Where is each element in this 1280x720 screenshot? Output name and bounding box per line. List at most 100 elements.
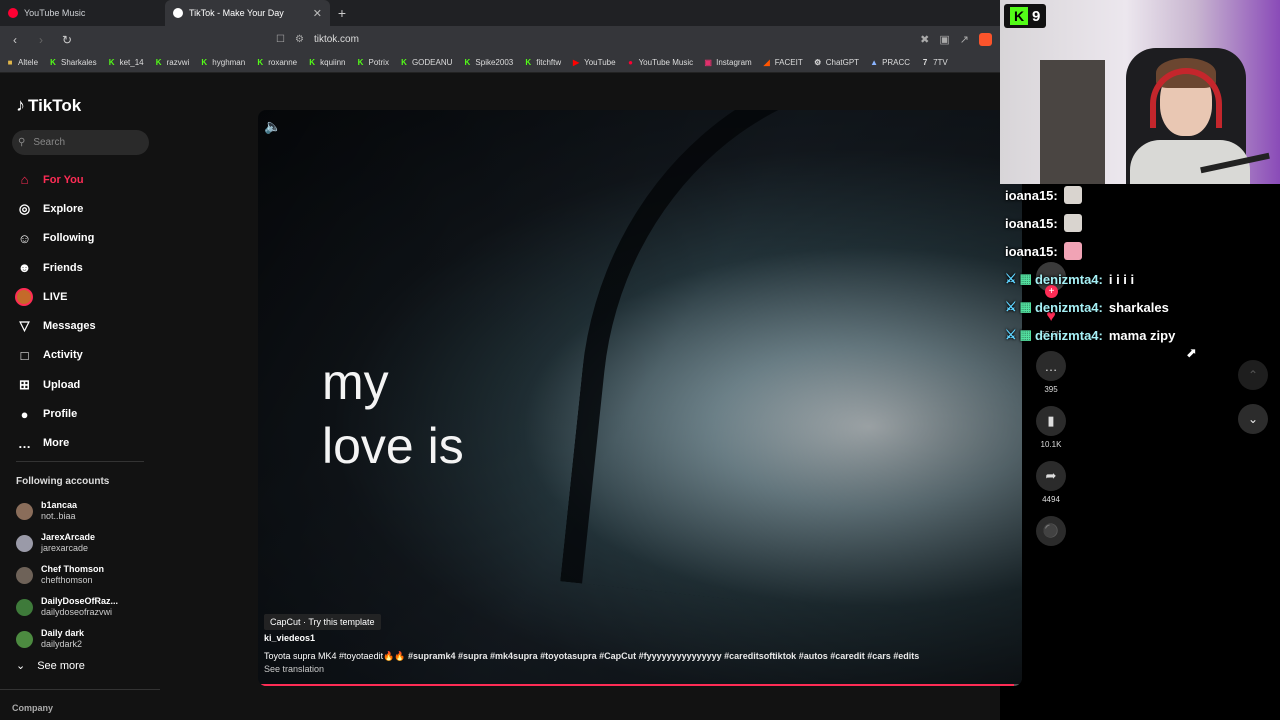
site-info-icon[interactable]: ⚙	[295, 34, 304, 45]
following-account[interactable]: JarexArcade jarexarcade	[16, 527, 156, 559]
kick-icon: K	[108, 57, 115, 67]
nav-item-label: LIVE	[43, 290, 68, 303]
see-more-button[interactable]: ⌄ See more	[16, 659, 85, 673]
kick-icon: K	[155, 57, 162, 67]
sound-disc-icon[interactable]: ⚫	[1036, 516, 1066, 546]
nav-item-label: Explore	[43, 202, 84, 215]
new-tab-button[interactable]: +	[330, 0, 354, 26]
address-bar: ‹ › ↻ ☐ ⚙ tiktok.com ✖ ▣ ↗	[0, 26, 1000, 53]
bookmarks-bar: ■ Altele K Sharkales Kket_14 Krazvwi Khyghman K…	[0, 53, 1000, 73]
brave-shield-icon[interactable]	[979, 33, 992, 46]
bookmark-icon[interactable]: ▮	[1036, 406, 1066, 436]
nav-item-live[interactable]: LIVE	[15, 282, 156, 311]
main-nav: ⌂ For You ◎ Explore ☺ Following ☻ Friends LIVE ▽ M…	[15, 165, 156, 458]
previous-video-chevron-up-icon[interactable]: ⌃	[1238, 360, 1268, 390]
bookmark-item[interactable]: ▣ Instagram	[704, 58, 752, 67]
following-account[interactable]: DailyDoseOfRaz... dailydoseofrazvwi	[16, 591, 156, 623]
chat-text: sharkales	[1108, 299, 1169, 315]
kick-icon: K	[464, 57, 471, 67]
chat-username: ioana15:	[1005, 187, 1058, 203]
nav-item-activity[interactable]: □ Activity	[16, 341, 156, 370]
bookmark-item[interactable]: Krazvwi	[155, 58, 190, 67]
bookmark-item[interactable]: ▶ YouTube	[572, 58, 616, 67]
upload-icon: ⊞	[19, 376, 30, 392]
nav-item-more[interactable]: … More	[16, 429, 156, 458]
youtube-music-icon: ●	[628, 57, 633, 67]
bookmark-item[interactable]: K Potrix	[357, 58, 389, 67]
account-text: Daily dark dailydark2	[41, 628, 84, 650]
bookmark-item[interactable]: 7 7TV	[921, 58, 948, 67]
comment-icon[interactable]: …	[1036, 351, 1066, 381]
bookmark-item[interactable]: Kfitchftw	[524, 58, 561, 67]
following-account[interactable]: b1ancaa not..biaa	[16, 495, 156, 527]
next-video-chevron-down-icon[interactable]: ⌄	[1238, 404, 1268, 434]
forward-icon[interactable]: ›	[34, 33, 48, 47]
url-text[interactable]: tiktok.com	[314, 34, 359, 45]
nav-item-upload[interactable]: ⊞ Upload	[16, 370, 156, 399]
nav-item-friends[interactable]: ☻ Friends	[16, 253, 156, 282]
bookmark-item[interactable]: ▲ PRACC	[870, 58, 910, 67]
bookmark-item[interactable]: Kroxanne	[256, 58, 297, 67]
chat-text: mama zipy	[1108, 327, 1176, 343]
account-username: dailydark2	[41, 639, 83, 649]
chat-username: denizmta4:	[1034, 327, 1103, 343]
bookmark-item[interactable]: K GODEANU	[400, 58, 452, 67]
logo-text: TikTok	[28, 95, 82, 115]
share-icon[interactable]: ↗	[960, 33, 969, 46]
bookmark-item[interactable]: Kket_14	[108, 58, 144, 67]
following-account[interactable]: Chef Thomson chefthomson	[16, 559, 156, 591]
cast-icon[interactable]: ▣	[939, 33, 949, 46]
bookmark-label: FACEIT	[774, 58, 803, 67]
nav-item-explore[interactable]: ◎ Explore	[16, 194, 156, 223]
bookmark-label: fitchftw	[536, 58, 562, 67]
bookmark-item[interactable]: ■ Altele	[6, 58, 38, 67]
bookmark-label: GODEANU	[411, 58, 453, 67]
bookmark-label: ChatGPT	[825, 58, 860, 67]
back-icon[interactable]: ‹	[8, 33, 22, 47]
nav-item-messages[interactable]: ▽ Messages	[16, 311, 156, 340]
avatar	[16, 502, 33, 520]
video-player[interactable]: my love is 🔈 CapCut · Try this template …	[258, 110, 1022, 686]
activity-icon: □	[20, 347, 29, 363]
bookmark-item[interactable]: ● YouTube Music	[627, 57, 693, 67]
volume-icon[interactable]: 🔈	[264, 118, 281, 135]
bookmark-item[interactable]: K Sharkales	[49, 58, 96, 67]
browser-tab[interactable]: TikTok - Make Your Day ✕	[165, 0, 330, 26]
nav-item-profile[interactable]: ● Profile	[16, 399, 156, 428]
bookmark-page-icon[interactable]: ☐	[276, 34, 285, 45]
account-name: Daily dark	[41, 628, 85, 638]
tiktok-favicon-icon	[173, 8, 183, 18]
kick-icon: K	[401, 57, 407, 67]
caption-hashtags[interactable]: #supramk4 #supra #mk4supra #toyotasupra …	[408, 651, 919, 661]
browser-tab[interactable]: YouTube Music	[0, 0, 165, 26]
tiktok-logo[interactable]: ♪ TikTok	[16, 95, 81, 116]
share-arrow-icon[interactable]: ➦	[1036, 461, 1066, 491]
search-input[interactable]: ⚲ Search	[12, 130, 149, 155]
divider	[16, 461, 144, 462]
close-tab-icon[interactable]: ✕	[313, 7, 322, 20]
url-field[interactable]: ☐ ⚙ tiktok.com	[276, 34, 359, 45]
nav-item-for-you[interactable]: ⌂ For You	[16, 165, 156, 194]
capcut-template-link[interactable]: CapCut · Try this template	[264, 614, 381, 630]
bookmark-item[interactable]: ⚙ ChatGPT	[814, 58, 859, 67]
comment-count: 395	[1044, 385, 1058, 394]
following-icon: ☺	[17, 230, 32, 246]
bookmark-item[interactable]: ◢ FACEIT	[763, 58, 803, 67]
chat-username: ioana15:	[1005, 215, 1058, 231]
nav-item-following[interactable]: ☺ Following	[16, 224, 156, 253]
bookmark-item[interactable]: Khyghman	[200, 58, 245, 67]
see-translation-link[interactable]: See translation	[264, 664, 324, 674]
bookmark-item[interactable]: Kkquiinn	[308, 58, 345, 67]
bookmark-label: Instagram	[716, 58, 752, 67]
folder-icon: ■	[7, 57, 13, 67]
video-progress-bar[interactable]	[258, 684, 1022, 686]
mute-site-icon[interactable]: ✖	[920, 33, 929, 46]
video-author[interactable]: ki_viedeos1	[264, 633, 315, 643]
bookmark-item[interactable]: K Spike2003	[463, 57, 514, 67]
company-link[interactable]: Company	[12, 703, 53, 713]
reload-icon[interactable]: ↻	[60, 33, 74, 47]
youtube-music-favicon-icon	[8, 8, 18, 18]
account-name: b1ancaa	[41, 500, 78, 510]
avatar	[16, 630, 33, 648]
following-account[interactable]: Daily dark dailydark2	[16, 623, 156, 655]
